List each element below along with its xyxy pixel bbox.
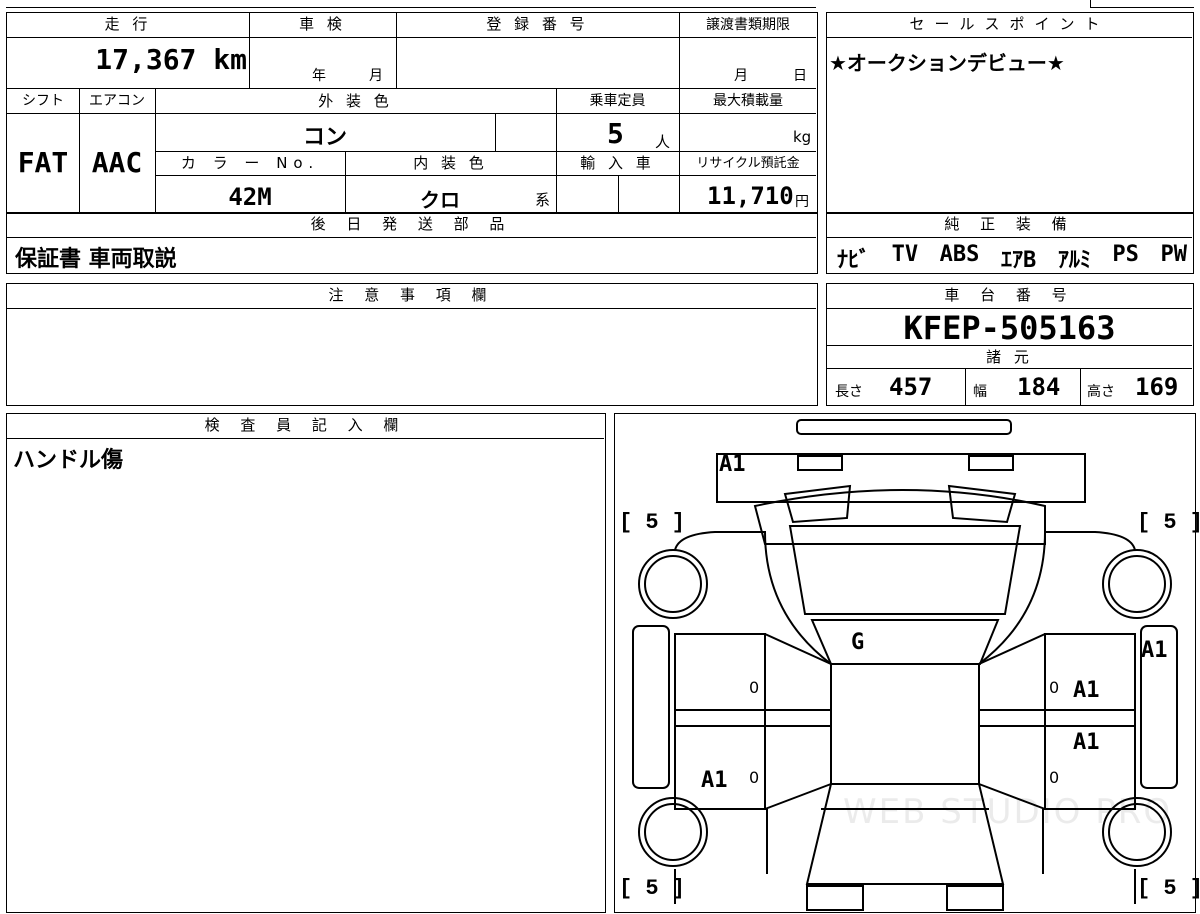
import-label: 輸 入 車 <box>580 154 655 172</box>
equipment-abs: ABS <box>939 242 980 267</box>
mileage-unit: km <box>213 43 247 76</box>
watermark: WEB STUDIO PRO <box>843 792 1173 832</box>
width-value: 184 <box>1017 373 1061 401</box>
color-no-value: 42M <box>228 183 272 211</box>
equipment-pw: PW <box>1160 242 1188 267</box>
sales-point-block: セールスポイント ★オークションデビュー★ <box>826 12 1194 214</box>
recycle-unit: 円 <box>795 194 809 210</box>
top-strip-right <box>1090 0 1194 8</box>
door-zero-3: 0 <box>1049 678 1060 697</box>
door-zero-1: 0 <box>749 678 760 697</box>
mileage-label: 走 行 <box>104 15 152 33</box>
summary-block: 走 行 車 検 登 録 番 号 譲渡書類期限 17,367 km 年 月 月 日… <box>6 12 818 214</box>
top-strip <box>6 0 816 8</box>
shaken-month-unit: 月 <box>369 68 383 84</box>
dimensions-label: 諸 元 <box>986 348 1033 366</box>
recycle-label: リサイクル預託金 <box>696 156 800 171</box>
mark-left-rear-door: A1 <box>701 768 728 793</box>
transfer-day-unit: 日 <box>793 68 807 84</box>
aircon-value: AAC <box>91 146 143 179</box>
equipment-tv: TV <box>891 242 919 267</box>
later-parts-block: 後 日 発 送 部 品 保証書 車両取説 <box>6 212 818 274</box>
length-label: 長さ <box>835 384 863 400</box>
car-diagram: [ 5 ] [ 5 ] [ 5 ] [ 5 ] A1 G A1 A1 A1 A1… <box>614 413 1200 913</box>
mileage-value-wrap: 17,367 km <box>7 43 247 76</box>
equipment-ps: PS <box>1112 242 1139 267</box>
sales-point-value: ★オークションデビュー★ <box>829 51 1065 75</box>
height-value: 169 <box>1135 373 1179 401</box>
inspector-value: ハンドル傷 <box>13 448 124 473</box>
chassis-label: 車 台 番 号 <box>944 286 1075 304</box>
mileage-value: 17,367 <box>95 43 197 76</box>
shaken-label: 車 検 <box>299 15 346 33</box>
equipment-alloy: ｱﾙﾐ <box>1057 248 1091 273</box>
mark-hood: G <box>851 630 865 655</box>
inspector-block: 検 査 員 記 入 欄 ハンドル傷 <box>6 413 606 913</box>
tire-front-right: [ 5 ] <box>1137 510 1200 535</box>
aircon-label: エアコン <box>89 93 145 109</box>
chassis-block: 車 台 番 号 KFEP-505163 諸 元 長さ 457 幅 184 高さ … <box>826 283 1194 406</box>
shaken-year-unit: 年 <box>312 68 326 84</box>
door-zero-4: 0 <box>1049 768 1060 787</box>
color-no-label: カ ラ ー No. <box>180 154 320 172</box>
mark-front: A1 <box>719 452 746 477</box>
shift-value: FAT <box>17 146 69 179</box>
max-load-unit: kg <box>793 128 812 146</box>
transfer-month-unit: 月 <box>734 68 748 84</box>
equipment-label: 純 正 装 備 <box>944 215 1075 233</box>
registration-label: 登 録 番 号 <box>486 15 589 33</box>
tire-rear-left: [ 5 ] <box>619 876 686 901</box>
later-parts-label: 後 日 発 送 部 品 <box>310 215 513 233</box>
equipment-list: ﾅﾋﾞ TV ABS ｴｱB ｱﾙﾐ PS PW <box>837 242 1187 274</box>
max-load-label: 最大積載量 <box>713 93 783 109</box>
interior-color-label: 内 装 色 <box>413 154 488 172</box>
transfer-deadline-label: 譲渡書類期限 <box>706 17 790 33</box>
shift-label: シフト <box>22 93 64 109</box>
notes-label: 注 意 事 項 欄 <box>328 286 495 304</box>
later-parts-value: 保証書 車両取説 <box>15 247 177 272</box>
mark-right-rear-door: A1 <box>1073 730 1100 755</box>
width-label: 幅 <box>973 384 987 400</box>
mark-right-side: A1 <box>1141 638 1168 663</box>
sales-point-label: セールスポイント <box>909 15 1110 33</box>
door-zero-2: 0 <box>749 768 760 787</box>
chassis-value: KFEP-505163 <box>903 309 1116 347</box>
tire-rear-right: [ 5 ] <box>1137 876 1200 901</box>
notes-block: 注 意 事 項 欄 <box>6 283 818 406</box>
exterior-color-value: コン <box>302 125 347 150</box>
mark-right-front-door: A1 <box>1073 678 1100 703</box>
capacity-label: 乗車定員 <box>589 93 646 109</box>
equipment-airbag: ｴｱB <box>1001 248 1037 273</box>
interior-color-value: クロ <box>420 188 460 212</box>
recycle-value: 11,710 <box>707 182 794 210</box>
interior-color-suffix: 系 <box>535 191 551 209</box>
capacity-value: 5 <box>607 117 624 150</box>
inspector-label: 検 査 員 記 入 欄 <box>204 416 407 434</box>
exterior-color-label: 外 装 色 <box>318 92 393 110</box>
equipment-navi: ﾅﾋﾞ <box>837 248 871 273</box>
capacity-unit: 人 <box>655 133 671 151</box>
length-value: 457 <box>889 373 933 401</box>
car-outline <box>632 419 1178 911</box>
equipment-block: 純 正 装 備 ﾅﾋﾞ TV ABS ｴｱB ｱﾙﾐ PS PW <box>826 212 1194 274</box>
height-label: 高さ <box>1087 384 1115 400</box>
tire-front-left: [ 5 ] <box>619 510 686 535</box>
